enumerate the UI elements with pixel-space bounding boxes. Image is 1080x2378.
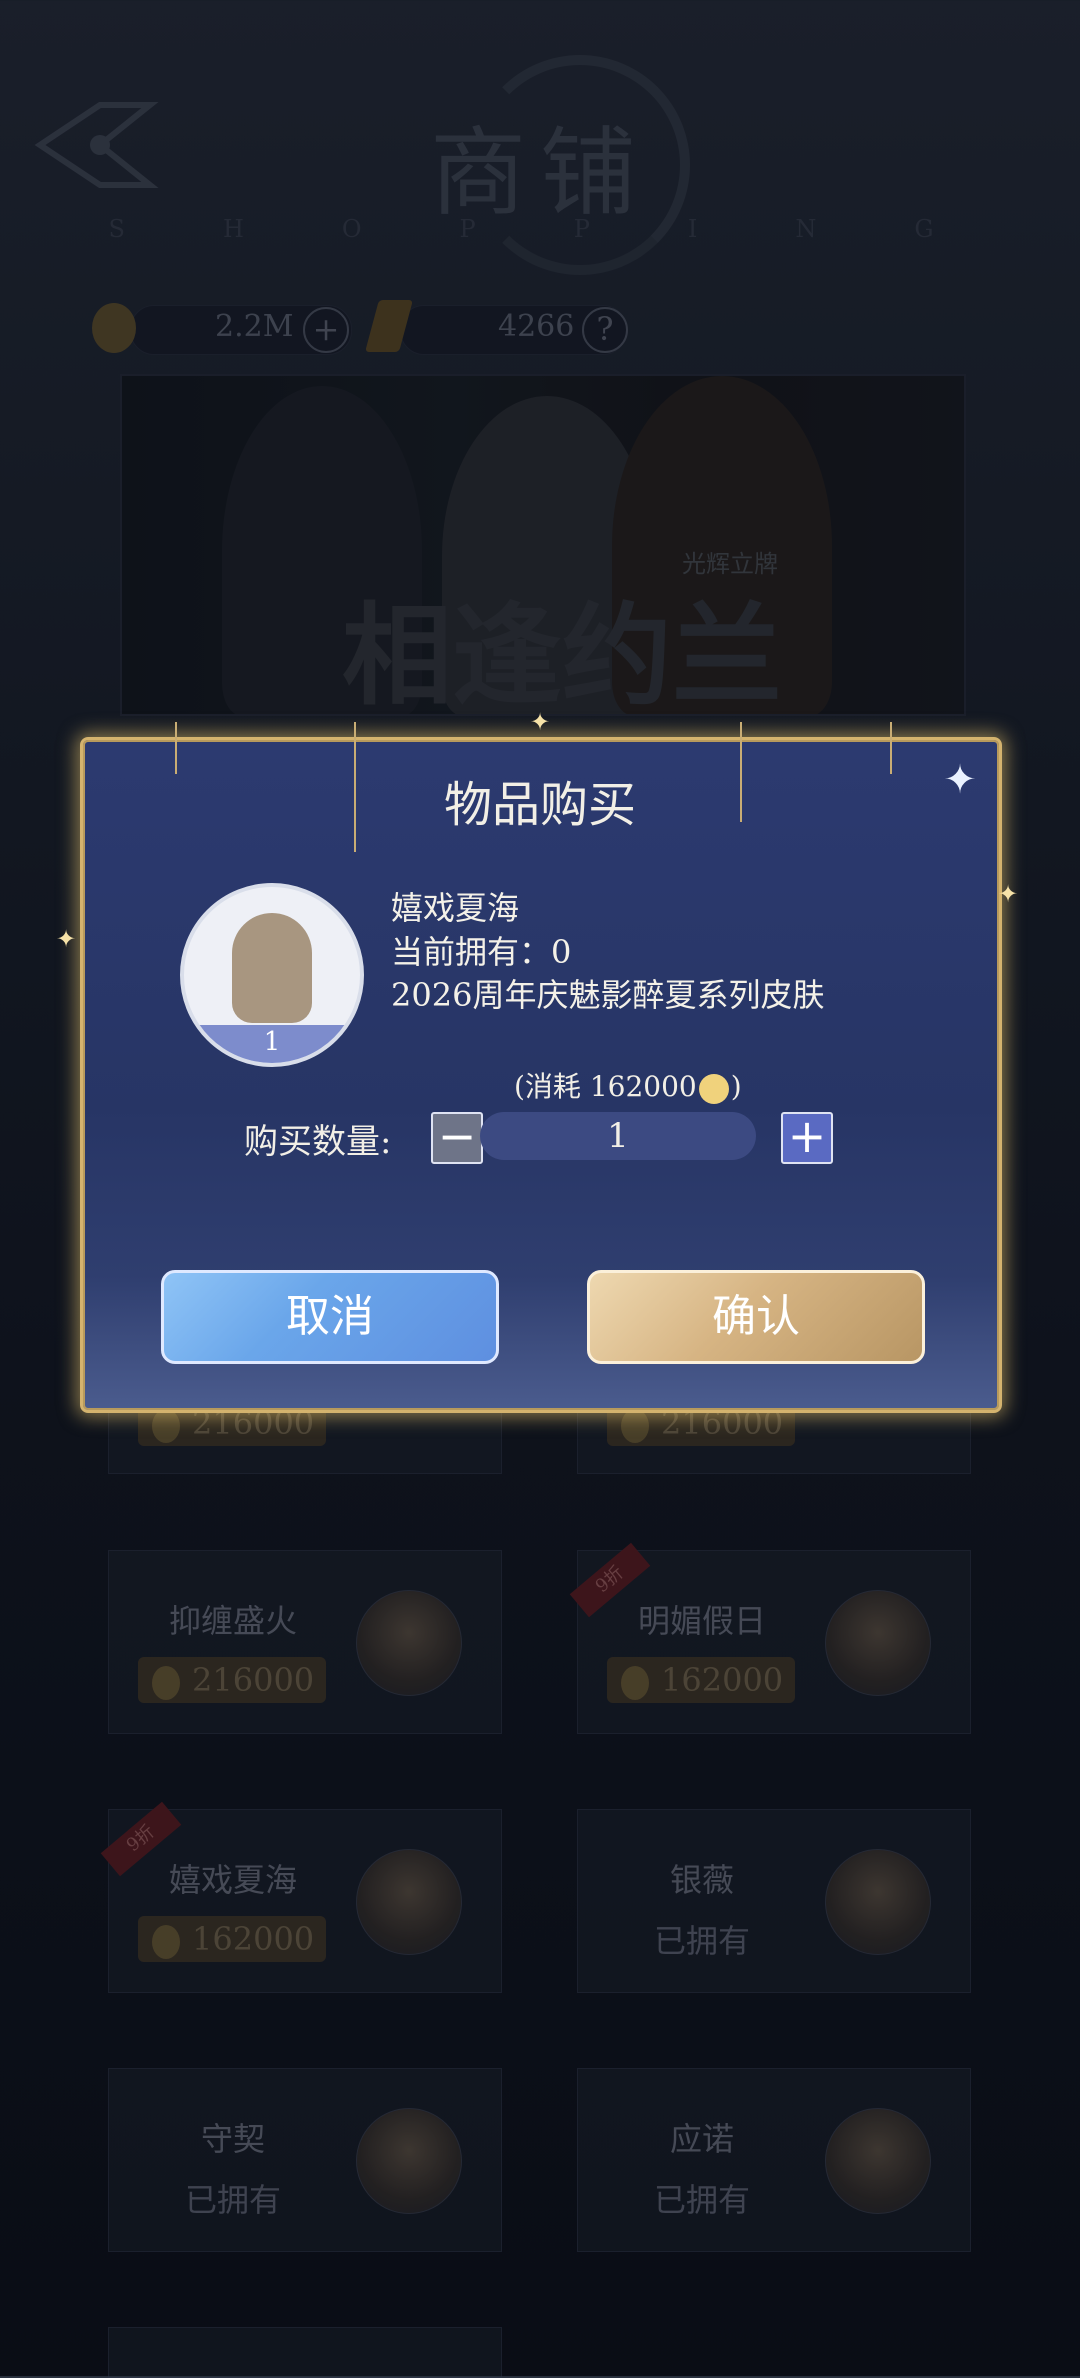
gold-coin-icon xyxy=(698,1073,729,1104)
item-avatar: 1 xyxy=(180,883,364,1067)
item-name: 嬉戏夏海 xyxy=(391,889,520,927)
item-description: 2026周年庆魅影醉夏系列皮肤 xyxy=(391,976,825,1014)
decrease-quantity-button[interactable]: − xyxy=(431,1112,483,1164)
dialog-title: 物品购买 xyxy=(443,777,636,833)
cancel-button[interactable]: 取消 xyxy=(161,1270,499,1364)
cost-close: ) xyxy=(730,1070,742,1103)
sparkle-icon: ✦ xyxy=(56,925,77,953)
cost-label: (消耗 162000) xyxy=(514,1065,742,1105)
cost-text: (消耗 162000 xyxy=(514,1070,697,1103)
confirm-button[interactable]: 确认 xyxy=(587,1270,925,1364)
sparkle-icon: ✦ xyxy=(998,880,1019,908)
item-count-badge: 1 xyxy=(184,1025,360,1063)
increase-quantity-button[interactable]: + xyxy=(781,1112,833,1164)
quantity-label: 购买数量: xyxy=(244,1122,392,1162)
character-portrait xyxy=(232,913,312,1023)
owned-count: 当前拥有：0 xyxy=(391,933,572,971)
close-star-icon[interactable]: ✦ xyxy=(940,760,980,800)
quantity-input[interactable]: 1 xyxy=(480,1112,756,1160)
sparkle-icon: ✦ xyxy=(530,708,551,736)
